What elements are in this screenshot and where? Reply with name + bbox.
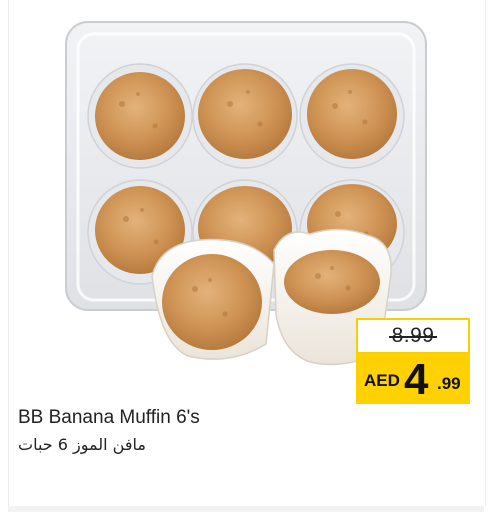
old-price-box: 8.99 xyxy=(356,318,470,354)
price-decimal: .99 xyxy=(437,374,461,393)
old-price: 8.99 xyxy=(388,324,438,347)
card-divider xyxy=(8,506,484,512)
product-name-arabic: مافن الموز 6 حبات xyxy=(18,435,146,454)
price-tag: 8.99 AED 4 .99 xyxy=(356,318,470,404)
new-price-box: AED 4 .99 xyxy=(356,354,470,404)
price-currency: AED xyxy=(364,371,400,390)
product-name[interactable]: BB Banana Muffin 6's xyxy=(18,407,200,429)
price-main: 4 xyxy=(404,355,429,404)
